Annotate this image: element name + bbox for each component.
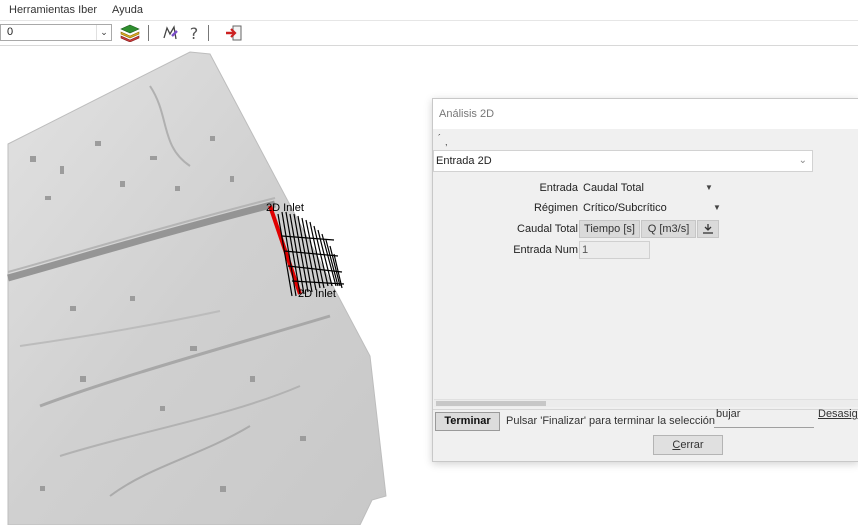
dropdown-arrow-icon[interactable]: ▼ bbox=[713, 199, 721, 217]
menu-bar: Herramientas Iber Ayuda bbox=[0, 0, 858, 21]
menu-herramientas-iber[interactable]: Herramientas Iber bbox=[0, 4, 103, 16]
download-icon bbox=[703, 224, 713, 234]
terminar-button[interactable]: Terminar bbox=[435, 412, 500, 431]
layer-select[interactable]: 0 ⌄ bbox=[0, 24, 112, 41]
menu-ayuda[interactable]: Ayuda bbox=[103, 4, 149, 16]
chevron-down-icon[interactable]: ⌄ bbox=[799, 151, 807, 171]
layer-select-value: 0 bbox=[7, 26, 14, 38]
dialog-title: Análisis 2D bbox=[433, 99, 858, 129]
dialog-glyph: ´ bbox=[438, 133, 441, 143]
form-row-regimen: Régimen Crítico/Subcrítico ▼ bbox=[433, 199, 858, 217]
desasignar-button[interactable]: Desasign bbox=[818, 408, 858, 420]
entrada-select[interactable]: Caudal Total bbox=[583, 179, 644, 197]
horizontal-scrollbar[interactable] bbox=[434, 399, 858, 407]
q-column-header[interactable]: Q [m3/s] bbox=[641, 220, 696, 238]
entrada-label: Entrada bbox=[539, 182, 578, 194]
selection-bar: Terminar Pulsar 'Finalizar' para termina… bbox=[433, 408, 858, 432]
draw-tool-icon[interactable] bbox=[160, 23, 180, 43]
close-button-label: errar bbox=[680, 439, 704, 451]
import-table-button[interactable] bbox=[697, 220, 719, 238]
divider bbox=[714, 427, 814, 428]
regimen-select[interactable]: Crítico/Subcrítico bbox=[583, 199, 667, 217]
chevron-down-icon[interactable]: ⌄ bbox=[96, 25, 111, 40]
exit-icon[interactable] bbox=[224, 23, 244, 43]
form-row-entrada-num: Entrada Num 1 bbox=[433, 241, 858, 259]
tiempo-column-header[interactable]: Tiempo [s] bbox=[579, 220, 640, 238]
dialog-glyph: , bbox=[445, 137, 448, 147]
layers-icon[interactable] bbox=[120, 23, 140, 43]
form-row-entrada: Entrada Caudal Total ▼ bbox=[433, 179, 858, 197]
inlet-label-top: 2D Inlet bbox=[266, 202, 304, 214]
entrada-num-label: Entrada Num bbox=[513, 244, 578, 256]
analysis-2d-dialog: Análisis 2D ´ , Entrada 2D ⌄ Entrada Cau… bbox=[432, 98, 858, 462]
entrada-num-field[interactable]: 1 bbox=[579, 241, 650, 259]
help-icon[interactable]: ? bbox=[184, 23, 204, 43]
toolbar: 0 ⌄ ? bbox=[0, 21, 858, 46]
toolbar-divider bbox=[208, 25, 209, 41]
regimen-label: Régimen bbox=[533, 202, 578, 214]
caudal-total-label: Caudal Total bbox=[517, 223, 578, 235]
dibujar-button[interactable]: bujar bbox=[716, 408, 740, 420]
condition-type-value: Entrada 2D bbox=[436, 155, 492, 167]
inlet-label-bottom: 2D Inlet bbox=[298, 288, 336, 300]
toolbar-divider bbox=[148, 25, 149, 41]
selection-hint: Pulsar 'Finalizar' para terminar la sele… bbox=[506, 415, 716, 427]
form-row-caudal-total: Caudal Total Tiempo [s] Q [m3/s] bbox=[433, 220, 858, 238]
dropdown-arrow-icon[interactable]: ▼ bbox=[705, 179, 713, 197]
condition-type-select[interactable]: Entrada 2D ⌄ bbox=[433, 150, 813, 172]
scrollbar-thumb[interactable] bbox=[436, 401, 546, 406]
close-button[interactable]: Cerrar bbox=[653, 435, 723, 455]
